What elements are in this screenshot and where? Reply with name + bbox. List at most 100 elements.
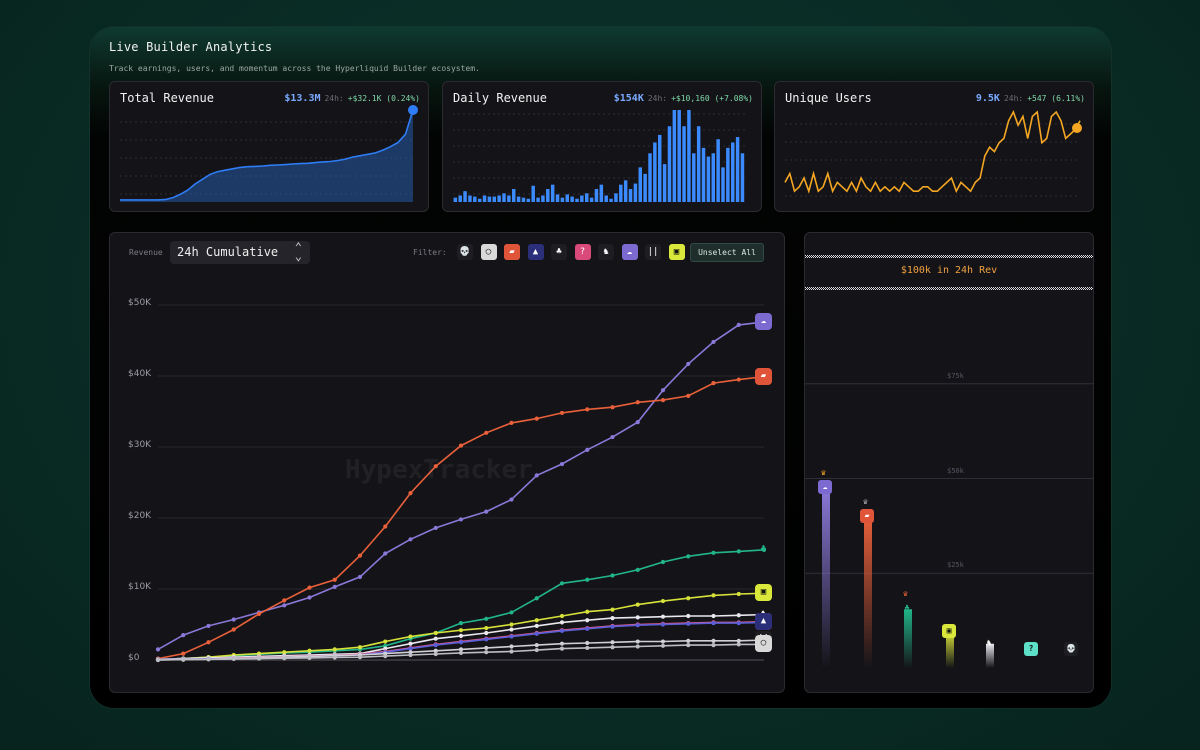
checker (887, 289, 888, 290)
checker (978, 288, 979, 289)
checker (871, 289, 872, 290)
checker (807, 257, 808, 258)
checker (1059, 289, 1060, 290)
data-point (181, 633, 186, 638)
bar (477, 198, 482, 202)
checker (913, 257, 914, 258)
cloud-icon[interactable]: ☁ (621, 244, 638, 260)
checker (965, 289, 966, 290)
checker (1031, 255, 1032, 256)
kpi-meta: $13.3M 24h: +$32.1K (0.24%) (284, 93, 420, 104)
question-icon[interactable]: ? (574, 244, 591, 260)
data-point (559, 581, 565, 586)
checker (831, 287, 832, 288)
kpi-card-unique-users[interactable]: Unique Users 9.5K 24h: +547 (6.11%) (774, 81, 1094, 212)
checker (964, 256, 965, 257)
checker (865, 257, 866, 258)
checker (1029, 257, 1030, 258)
bar (682, 126, 686, 202)
period-select[interactable]: 24h Cumulative ⌃ ⌄ (170, 241, 310, 264)
checker (810, 288, 811, 289)
checker (829, 257, 830, 258)
checker (805, 257, 806, 258)
checker (879, 287, 880, 288)
checker (1005, 255, 1006, 256)
checker (1042, 256, 1043, 257)
checker (843, 287, 844, 288)
bars-icon[interactable]: || (645, 244, 661, 260)
checker (1019, 257, 1020, 258)
checker (936, 288, 937, 289)
bar (721, 167, 725, 202)
checker (1041, 257, 1042, 258)
race-banner: $100k in 24h Rev (900, 265, 998, 276)
checker (1036, 288, 1037, 289)
checker (1033, 287, 1034, 288)
checker (933, 255, 934, 256)
checker (1052, 288, 1053, 289)
checker (810, 256, 811, 257)
checker (987, 289, 988, 290)
checker (841, 289, 842, 290)
checker (1075, 289, 1076, 290)
box-icon[interactable]: ▣ (668, 244, 685, 260)
triangle-icon[interactable]: ▲ (527, 244, 544, 260)
checker (1013, 289, 1014, 290)
checker (858, 288, 859, 289)
checker (1058, 288, 1059, 289)
checker (993, 257, 994, 258)
bar (521, 197, 526, 202)
checker (819, 255, 820, 256)
unselect-all-button[interactable]: Unselect All (690, 243, 764, 262)
checker (1037, 289, 1038, 290)
checker (850, 288, 851, 289)
checker (849, 287, 850, 288)
robot-icon[interactable]: ♣ (551, 244, 567, 260)
checker (972, 256, 973, 257)
checker (887, 257, 888, 258)
flag-icon[interactable]: ▰ (504, 244, 520, 260)
y-tick-label: $30K (128, 440, 152, 450)
checker (897, 287, 898, 288)
checker (1017, 257, 1018, 258)
checker (817, 257, 818, 258)
checker (807, 287, 808, 288)
data-point (534, 416, 539, 421)
checker (954, 288, 955, 289)
checker (910, 256, 911, 257)
unicorn-icon[interactable]: ♞ (598, 244, 614, 260)
data-point (256, 656, 262, 661)
data-point (231, 627, 236, 632)
checker (864, 256, 865, 257)
checker (931, 257, 932, 258)
checker (1087, 287, 1088, 288)
checker (1015, 255, 1016, 256)
checker (929, 289, 930, 290)
ring-icon[interactable]: ◯ (480, 244, 497, 260)
checker (1000, 288, 1001, 289)
checker (945, 289, 946, 290)
checker (932, 288, 933, 289)
checker (1067, 289, 1068, 290)
y-tick-label: $10K (128, 582, 152, 592)
kpi-card-daily-revenue[interactable]: Daily Revenue $154K 24h: +$10,160 (+7.08%) (442, 81, 762, 212)
checker (921, 257, 922, 258)
data-point (686, 393, 691, 398)
checker (885, 257, 886, 258)
data-point (458, 640, 464, 645)
checker (874, 256, 875, 257)
checker (808, 288, 809, 289)
checker (983, 255, 984, 256)
checker (1025, 289, 1026, 290)
checker (1087, 255, 1088, 256)
checker (947, 255, 948, 256)
skull-icon[interactable]: 💀 (457, 244, 473, 260)
checker (1041, 287, 1042, 288)
kpi-card-total-revenue[interactable]: Total Revenue $13.3M 24h: +$32.1K (0.24%) (109, 81, 429, 212)
checker (975, 287, 976, 288)
checker (1073, 287, 1074, 288)
checker (1061, 257, 1062, 258)
checker (987, 287, 988, 288)
checker (1070, 288, 1071, 289)
checker (1035, 257, 1036, 258)
